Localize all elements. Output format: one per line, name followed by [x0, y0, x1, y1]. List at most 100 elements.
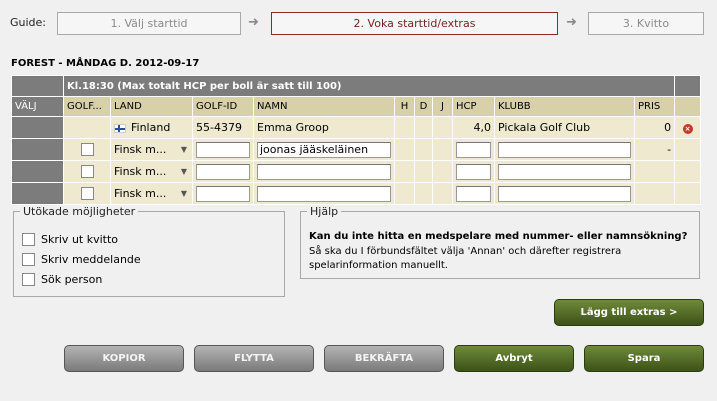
- booking-table: Kl.18:30 (Max totalt HCP per boll är sat…: [11, 75, 702, 205]
- copy-button[interactable]: KOPIOR: [64, 345, 184, 372]
- land-cell: Finsk m... ▼: [110, 160, 193, 183]
- tee-time-header: Kl.18:30 (Max totalt HCP per boll är sat…: [62, 75, 676, 97]
- namn-cell: [253, 182, 395, 205]
- hcp-input[interactable]: [456, 185, 491, 202]
- hcp-cell: [452, 160, 495, 183]
- klubb-cell: [494, 182, 635, 205]
- row-select-cell: [11, 138, 64, 161]
- pris-value: 0: [633, 116, 676, 139]
- search-person-checkbox[interactable]: [22, 273, 35, 286]
- option-label: Sök person: [41, 273, 103, 286]
- options-box: Utökade möjligheter Skriv ut kvitto Skri…: [13, 205, 285, 297]
- hcp-input[interactable]: [456, 141, 491, 158]
- col-land: LAND: [110, 96, 193, 117]
- write-message-checkbox[interactable]: [22, 253, 35, 266]
- help-box: Hjälp Kan du inte hitta en medspelare me…: [300, 205, 700, 279]
- namn-input[interactable]: [257, 163, 391, 180]
- golf-id-cell: [192, 160, 254, 183]
- guide-step-1: 1. Välj starttid: [57, 12, 241, 35]
- remove-icon[interactable]: ×: [682, 124, 693, 134]
- j-cell: [432, 182, 453, 205]
- cancel-button[interactable]: Avbryt: [454, 345, 574, 372]
- land-cell: Finsk m... ▼: [110, 182, 193, 205]
- h-cell: [394, 116, 415, 139]
- land-select[interactable]: Finsk m... ▼: [114, 163, 189, 181]
- col-golf: GOLF...: [63, 96, 111, 117]
- land-select-value: Finsk m...: [114, 187, 167, 200]
- finland-flag-icon: [114, 123, 126, 133]
- namn-value: Emma Groop: [253, 116, 395, 139]
- col-pris: PRIS: [633, 96, 676, 117]
- d-cell: [414, 182, 433, 205]
- option-label: Skriv ut kvitto: [41, 233, 119, 246]
- namn-input[interactable]: joonas jääskeläinen: [257, 141, 391, 158]
- guide-arrow-icon: ➜: [248, 15, 259, 30]
- golf-id-value: 55-4379: [192, 116, 254, 139]
- col-h: H: [394, 96, 415, 117]
- h-cell: [394, 138, 415, 161]
- golf-cell: [63, 138, 111, 161]
- col-action: [674, 96, 702, 117]
- land-select-value: Finsk m...: [114, 143, 167, 156]
- option-search-person[interactable]: Sök person: [22, 273, 102, 286]
- golf-cell: [63, 160, 111, 183]
- golf-id-input[interactable]: [196, 163, 250, 180]
- golf-cell: [63, 182, 111, 205]
- col-j: J: [432, 96, 453, 117]
- land-select[interactable]: Finsk m... ▼: [114, 185, 189, 203]
- guide-label: Guide:: [10, 16, 47, 29]
- namn-input[interactable]: [257, 185, 391, 202]
- table-row: Finsk m... ▼: [11, 182, 702, 205]
- guide-step-2: 2. Voka starttid/extras: [271, 12, 558, 35]
- help-text: Så ska du I förbundsfältet välja 'Annan'…: [309, 246, 622, 271]
- golf-id-input[interactable]: [196, 185, 250, 202]
- klubb-cell: [494, 160, 635, 183]
- options-legend: Utökade möjligheter: [20, 205, 139, 218]
- golf-checkbox[interactable]: [80, 143, 94, 157]
- col-valj: VÄLJ: [11, 96, 64, 117]
- option-write-message[interactable]: Skriv meddelande: [22, 253, 141, 266]
- d-cell: [414, 138, 433, 161]
- guide-step-3: 3. Kvitto: [588, 12, 704, 35]
- golf-checkbox[interactable]: [80, 187, 94, 201]
- h-cell: [394, 182, 415, 205]
- hcp-input[interactable]: [456, 163, 491, 180]
- add-extras-button[interactable]: Lägg till extras >: [554, 299, 704, 326]
- row-select-cell: [11, 160, 64, 183]
- row-select-cell: [11, 182, 64, 205]
- header-spacer: [674, 75, 702, 97]
- klubb-value: Pickala Golf Club: [494, 116, 635, 139]
- option-print-receipt[interactable]: Skriv ut kvitto: [22, 233, 118, 246]
- row-select-cell: [11, 116, 64, 139]
- golf-id-cell: [192, 182, 254, 205]
- col-klubb: KLUBB: [494, 96, 635, 117]
- d-cell: [414, 116, 433, 139]
- hcp-cell: [452, 138, 495, 161]
- golf-id-input[interactable]: [196, 141, 250, 158]
- action-cell: [674, 160, 702, 183]
- land-select-value: Finsk m...: [114, 165, 167, 178]
- golf-checkbox[interactable]: [80, 165, 94, 179]
- save-button[interactable]: Spara: [584, 345, 704, 372]
- klubb-cell: [494, 138, 635, 161]
- move-button[interactable]: FLYTTA: [194, 345, 314, 372]
- print-receipt-checkbox[interactable]: [22, 233, 35, 246]
- klubb-input[interactable]: [498, 163, 631, 180]
- help-question: Kan du inte hitta en medspelare med numm…: [309, 231, 688, 242]
- klubb-input[interactable]: [498, 185, 631, 202]
- land-cell: Finland: [110, 116, 193, 139]
- golf-id-cell: [192, 138, 254, 161]
- j-cell: [432, 160, 453, 183]
- namn-cell: [253, 160, 395, 183]
- confirm-button[interactable]: BEKRÄFTA: [324, 345, 444, 372]
- col-namn: NAMN: [253, 96, 395, 117]
- land-select[interactable]: Finsk m... ▼: [114, 141, 189, 159]
- j-cell: [432, 116, 453, 139]
- klubb-input[interactable]: [498, 141, 631, 158]
- remove-cell: ×: [674, 116, 702, 139]
- table-row: Finsk m... ▼: [11, 160, 702, 183]
- page-title: FOREST - MÅNDAG D. 2012-09-17: [11, 58, 200, 69]
- namn-cell: joonas jääskeläinen: [253, 138, 395, 161]
- action-cell: [674, 138, 702, 161]
- option-label: Skriv meddelande: [41, 253, 141, 266]
